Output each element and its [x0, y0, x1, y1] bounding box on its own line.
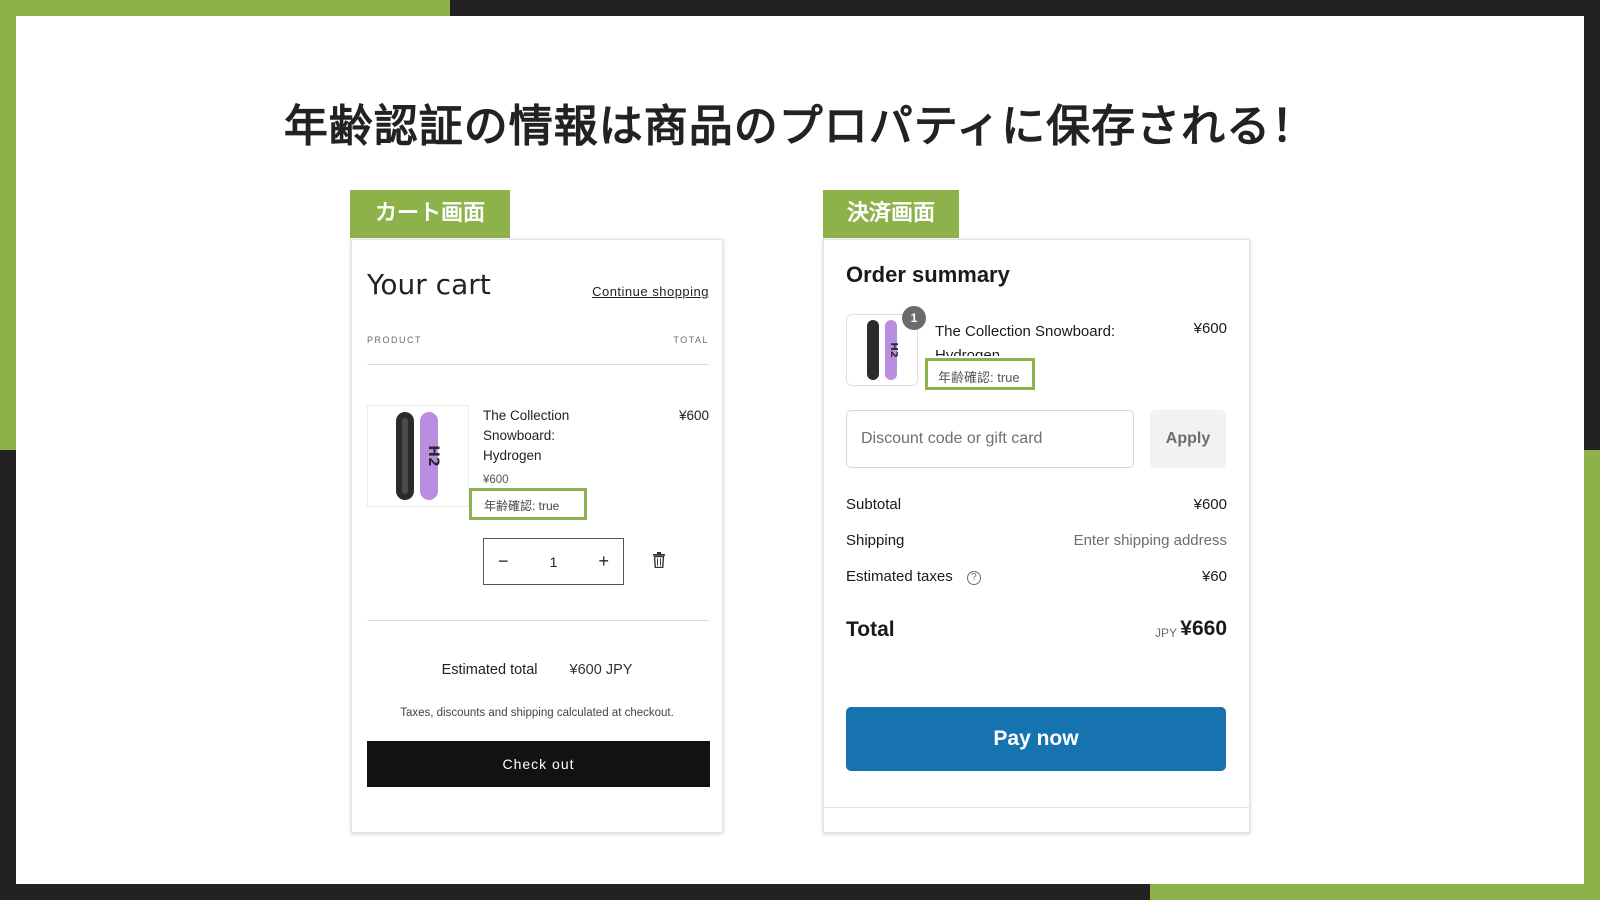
- decor-dark-top-bar: [450, 0, 1600, 16]
- cart-item-name[interactable]: The Collection Snowboard: Hydrogen: [483, 406, 613, 466]
- estimated-total-value: ¥600 JPY: [569, 662, 633, 678]
- tax-note: Taxes, discounts and shipping calculated…: [400, 707, 674, 719]
- check-out-button[interactable]: Check out: [367, 741, 710, 787]
- checkout-item-name: The Collection Snowboard: Hydrogen: [935, 323, 1116, 356]
- svg-text:H2: H2: [888, 342, 899, 357]
- total-label: Total: [846, 618, 895, 641]
- estimated-total-row: Estimated total ¥600 JPY: [352, 662, 722, 678]
- cart-item-line-total: ¥600: [678, 408, 709, 423]
- trash-icon[interactable]: [652, 552, 666, 568]
- order-summary-title: Order summary: [846, 262, 1010, 287]
- quantity-stepper[interactable]: − 1 +: [483, 538, 624, 585]
- svg-text:H2: H2: [425, 445, 441, 466]
- cart-screen-label: カート画面: [350, 190, 510, 238]
- continue-shopping-link[interactable]: Continue shopping: [592, 284, 709, 299]
- product-thumbnail[interactable]: H2: [367, 405, 469, 507]
- cart-title: Your cart: [367, 268, 491, 301]
- pay-now-button[interactable]: Pay now: [846, 707, 1226, 771]
- shipping-label: Shipping: [846, 532, 905, 549]
- cart-item-unit-price: ¥600: [483, 474, 509, 486]
- quantity-value[interactable]: 1: [550, 554, 558, 570]
- divider: [824, 807, 1249, 808]
- discount-code-input[interactable]: [846, 410, 1134, 468]
- total-currency: JPY: [1154, 626, 1177, 640]
- shipping-row: Shipping Enter shipping address: [846, 532, 1227, 549]
- quantity-badge: 1: [902, 306, 926, 330]
- divider: [367, 364, 709, 365]
- age-verification-property: 年齢確認: true: [484, 499, 560, 513]
- age-verification-property-highlight: 年齢確認: true: [469, 488, 587, 520]
- taxes-value: ¥60: [1201, 568, 1227, 585]
- age-verification-property-highlight: 年齢確認: true: [925, 358, 1035, 390]
- taxes-label: Estimated taxes: [846, 568, 953, 585]
- snowboard-image: H2: [396, 412, 441, 500]
- subtotal-row: Subtotal ¥600: [846, 496, 1227, 513]
- apply-discount-button[interactable]: Apply: [1150, 410, 1226, 468]
- checkout-screen-label: 決済画面: [823, 190, 959, 238]
- checkout-item-price: ¥600: [1193, 320, 1227, 337]
- shipping-value: Enter shipping address: [1073, 532, 1227, 549]
- info-icon[interactable]: ?: [966, 571, 981, 585]
- divider: [367, 620, 709, 621]
- quantity-increase-button[interactable]: +: [598, 551, 609, 572]
- column-header-product: PRODUCT: [367, 335, 422, 345]
- checkout-panel: Order summary H2 1 The Collection Snowbo…: [823, 239, 1250, 833]
- age-verification-property: 年齢確認: true: [938, 370, 1020, 385]
- estimated-total-label: Estimated total: [441, 662, 538, 678]
- quantity-decrease-button[interactable]: −: [498, 551, 509, 572]
- subtotal-value: ¥600: [1193, 496, 1227, 513]
- taxes-row: Estimated taxes ? ¥60: [846, 568, 1227, 585]
- total-value: ¥660: [1180, 617, 1227, 640]
- cart-panel: Your cart Continue shopping PRODUCT TOTA…: [351, 239, 723, 833]
- subtotal-label: Subtotal: [846, 496, 902, 513]
- slide-title: 年齢認証の情報は商品のプロパティに保存される！: [283, 101, 1317, 152]
- column-header-total: TOTAL: [673, 335, 709, 345]
